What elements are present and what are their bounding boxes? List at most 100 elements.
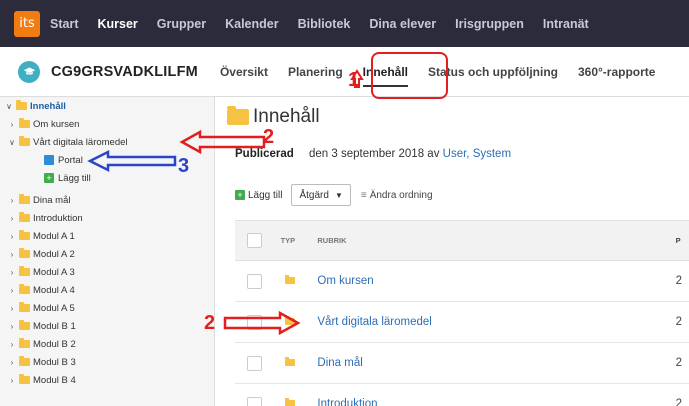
- tree-item-label: Dina mål: [33, 194, 71, 206]
- table-header: TYP RUBRIK P: [235, 221, 689, 261]
- tree-item-modul-a3[interactable]: › Modul A 3: [8, 264, 75, 280]
- action-dropdown[interactable]: Åtgärd ▼: [291, 184, 351, 206]
- chevron-right-icon[interactable]: ›: [8, 268, 16, 277]
- add-button[interactable]: + Lägg till: [235, 190, 282, 201]
- reorder-icon: ≡: [360, 189, 367, 201]
- tree-item-introduktion[interactable]: › Introduktion: [8, 210, 83, 226]
- nav-start[interactable]: Start: [50, 17, 78, 31]
- chevron-right-icon[interactable]: ›: [8, 214, 16, 223]
- table-row[interactable]: Dina mål 2: [235, 343, 689, 384]
- tree-item-modul-a4[interactable]: › Modul A 4: [8, 282, 75, 298]
- tree-item-label: Modul B 4: [33, 374, 76, 386]
- chevron-right-icon[interactable]: ›: [8, 250, 16, 259]
- table-row[interactable]: Introduktion 2: [235, 384, 689, 406]
- table-row[interactable]: Vårt digitala läromedel 2: [235, 302, 689, 343]
- tree-item-label: Om kursen: [33, 118, 80, 130]
- row-checkbox[interactable]: [247, 314, 262, 330]
- nav-kurser[interactable]: Kurser: [97, 17, 137, 31]
- tree-item-label: Modul A 4: [33, 284, 75, 296]
- tab-360-rapporter[interactable]: 360°-rapporte: [578, 65, 656, 79]
- tree-item-dina-mal[interactable]: › Dina mål: [8, 192, 71, 208]
- row-checkbox[interactable]: [247, 355, 262, 371]
- chevron-down-icon[interactable]: ∨: [8, 138, 16, 147]
- folder-icon: [19, 320, 30, 330]
- tree-item-modul-b2[interactable]: › Modul B 2: [8, 336, 76, 352]
- tree-item-label: Modul A 2: [33, 248, 75, 260]
- tree-item-modul-a5[interactable]: › Modul A 5: [8, 300, 75, 316]
- tree-item-portal[interactable]: Portal: [44, 152, 83, 168]
- nav-dina-elever[interactable]: Dina elever: [369, 17, 436, 31]
- chevron-right-icon[interactable]: ›: [8, 358, 16, 367]
- content-toolbar: + Lägg till Åtgärd ▼ ≡ Ändra ordning: [235, 184, 433, 206]
- published-date: den 3 september 2018 av: [309, 148, 440, 160]
- folder-icon: [19, 356, 30, 366]
- tree-item-label: Introduktion: [33, 212, 83, 224]
- tree-item-label: Modul B 1: [33, 320, 76, 332]
- row-title-link[interactable]: Introduktion: [317, 398, 675, 406]
- course-subnav: CG9GRSVADKLILFM Översikt Planering Inneh…: [0, 47, 689, 97]
- nav-bibliotek[interactable]: Bibliotek: [298, 17, 351, 31]
- nav-kalender[interactable]: Kalender: [225, 17, 279, 31]
- tree-item-lagg-till[interactable]: + Lägg till: [44, 170, 91, 186]
- action-dropdown-label: Åtgärd: [299, 189, 329, 201]
- nav-intranat[interactable]: Intranät: [543, 17, 589, 31]
- tab-oversikt[interactable]: Översikt: [220, 65, 268, 79]
- nav-irisgruppen[interactable]: Irisgruppen: [455, 17, 524, 31]
- tab-planering[interactable]: Planering: [288, 65, 343, 79]
- page-header: Innehåll: [227, 106, 320, 128]
- row-title-link[interactable]: Dina mål: [317, 357, 675, 369]
- caret-down-icon: ▼: [334, 190, 343, 200]
- chevron-right-icon[interactable]: ›: [8, 232, 16, 241]
- reorder-button[interactable]: ≡ Ändra ordning: [361, 190, 433, 201]
- chevron-right-icon[interactable]: ›: [8, 376, 16, 385]
- row-title-link[interactable]: Vårt digitala läromedel: [317, 316, 675, 328]
- folder-icon: [284, 357, 295, 366]
- content-table: TYP RUBRIK P Om kursen 2 Vårt digitala l…: [235, 220, 689, 406]
- tree-item-label: Modul B 3: [33, 356, 76, 368]
- tree-root-label: Innehåll: [30, 100, 66, 112]
- course-code: CG9GRSVADKLILFM: [51, 63, 198, 80]
- tree-item-modul-a1[interactable]: › Modul A 1: [8, 228, 75, 244]
- select-all-checkbox[interactable]: [247, 233, 262, 248]
- column-header-extra[interactable]: P: [676, 236, 689, 245]
- tree-item-modul-b3[interactable]: › Modul B 3: [8, 354, 76, 370]
- tree-item-modul-b4[interactable]: › Modul B 4: [8, 372, 76, 388]
- row-checkbox[interactable]: [247, 396, 262, 406]
- folder-icon: [19, 302, 30, 312]
- tree-item-modul-a2[interactable]: › Modul A 2: [8, 246, 75, 262]
- nav-grupper[interactable]: Grupper: [157, 17, 206, 31]
- folder-icon: [284, 398, 295, 406]
- folder-icon: [19, 118, 30, 128]
- reorder-label: Ändra ordning: [369, 189, 433, 201]
- tree-root[interactable]: ∨ Innehåll: [5, 98, 66, 114]
- table-row[interactable]: Om kursen 2: [235, 261, 689, 302]
- published-label: Publicerad: [235, 148, 294, 160]
- tab-innehall[interactable]: Innehåll: [362, 65, 409, 87]
- folder-icon: [227, 106, 249, 125]
- add-button-label: Lägg till: [248, 189, 283, 201]
- chevron-right-icon[interactable]: ›: [8, 120, 16, 129]
- plus-icon: +: [44, 173, 54, 183]
- chevron-right-icon[interactable]: ›: [8, 196, 16, 205]
- row-title-link[interactable]: Om kursen: [317, 275, 675, 287]
- its-logo[interactable]: its: [14, 10, 40, 37]
- tree-item-vart-digitala-laromedel[interactable]: ∨ Vårt digitala läromedel: [8, 134, 128, 150]
- chevron-right-icon[interactable]: ›: [8, 286, 16, 295]
- published-by-link[interactable]: User, System: [443, 148, 511, 160]
- chevron-right-icon[interactable]: ›: [8, 304, 16, 313]
- tree-item-label: Vårt digitala läromedel: [33, 136, 128, 148]
- column-header-type[interactable]: TYP: [281, 236, 318, 245]
- folder-icon: [19, 374, 30, 384]
- type-cell: [281, 357, 318, 369]
- row-checkbox[interactable]: [247, 273, 262, 289]
- chevron-right-icon[interactable]: ›: [8, 340, 16, 349]
- tree-item-modul-b1[interactable]: › Modul B 1: [8, 318, 76, 334]
- type-cell: [281, 316, 318, 328]
- chevron-down-icon[interactable]: ∨: [5, 102, 13, 111]
- tab-status-uppfoljning[interactable]: Status och uppföljning: [428, 65, 558, 79]
- chevron-right-icon[interactable]: ›: [8, 322, 16, 331]
- type-cell: [281, 398, 318, 406]
- column-header-title[interactable]: RUBRIK: [317, 236, 675, 245]
- folder-icon: [19, 194, 30, 204]
- tree-item-om-kursen[interactable]: › Om kursen: [8, 116, 79, 132]
